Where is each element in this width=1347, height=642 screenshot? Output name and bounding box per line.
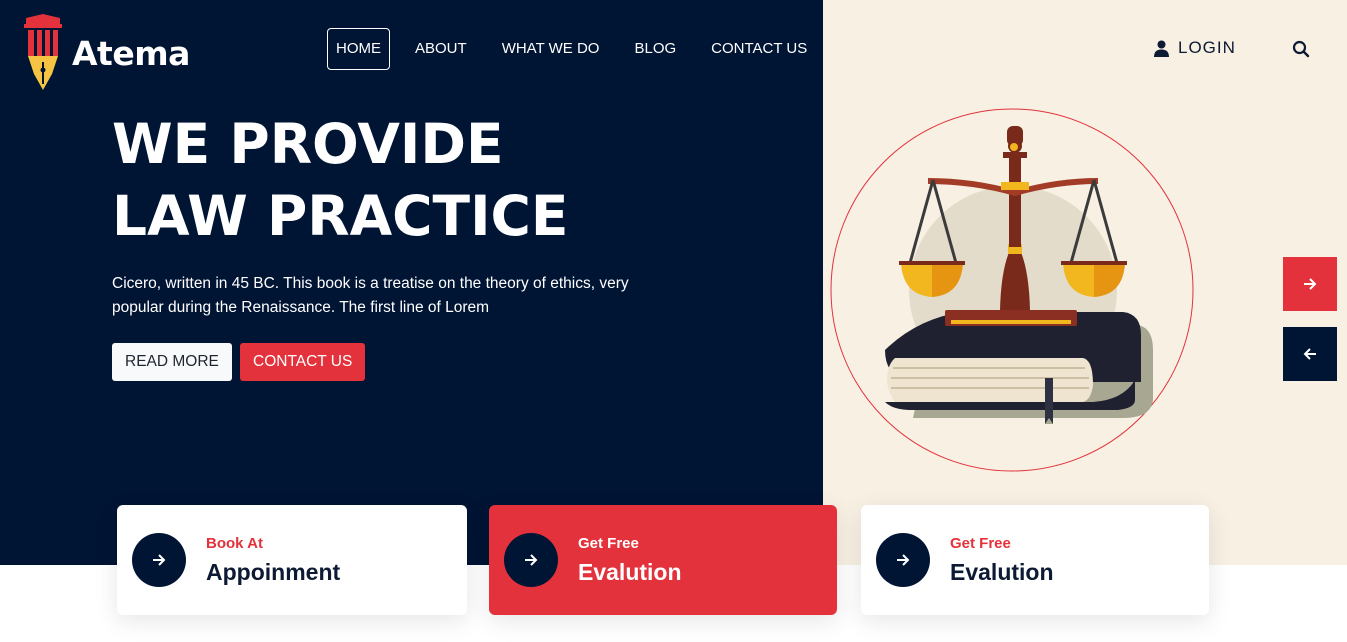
hero-description: Cicero, written in 45 BC. This book is a…: [112, 275, 629, 316]
login-label: LOGIN: [1178, 38, 1236, 57]
slider-prev-button[interactable]: [1283, 327, 1337, 381]
login-link[interactable]: LOGIN: [1154, 38, 1236, 58]
nav-home[interactable]: HOME: [327, 28, 390, 70]
read-more-button[interactable]: READ MORE: [112, 343, 232, 381]
card-arrow-button[interactable]: [504, 533, 558, 587]
appointment-card[interactable]: Book At Appoinment: [117, 505, 467, 615]
scales-of-justice-illustration: [830, 108, 1194, 472]
card-title: Evalution: [950, 558, 1054, 585]
card-subtitle: Get Free: [578, 534, 639, 552]
pen-pillar-logo-icon: [24, 14, 62, 90]
arrow-right-icon: [153, 554, 166, 566]
card-title: Appoinment: [206, 558, 341, 585]
search-icon[interactable]: [1292, 40, 1310, 58]
hero-title-line-2: LAW PRACTICE: [112, 184, 569, 248]
brand-logo[interactable]: Atema: [22, 14, 190, 92]
user-icon: [1154, 40, 1169, 57]
nav-what-we-do[interactable]: WHAT WE DO: [493, 28, 609, 70]
arrow-left-icon: [1303, 348, 1316, 360]
card-text: Book At Appoinment: [206, 535, 340, 586]
contact-us-button[interactable]: CONTACT US: [240, 343, 366, 381]
hero-title-line-1: WE PROVIDE: [112, 112, 504, 176]
card-text: Get Free Evalution: [950, 535, 1054, 586]
card-title: Evalution: [578, 558, 682, 585]
evaluation-card-highlight[interactable]: Get Free Evalution: [489, 505, 837, 615]
slider-next-button[interactable]: [1283, 257, 1337, 311]
hero-title: WE PROVIDE LAW PRACTICE: [112, 108, 568, 252]
card-arrow-button[interactable]: [132, 533, 186, 587]
nav-about[interactable]: ABOUT: [406, 28, 476, 70]
arrow-right-icon: [525, 554, 538, 566]
card-subtitle: Book At: [206, 534, 263, 552]
main-nav: HOME ABOUT WHAT WE DO BLOG CONTACT US: [327, 28, 833, 70]
arrow-right-icon: [897, 554, 910, 566]
card-subtitle: Get Free: [950, 534, 1011, 552]
card-text: Get Free Evalution: [578, 535, 682, 586]
evaluation-card[interactable]: Get Free Evalution: [861, 505, 1209, 615]
card-arrow-button[interactable]: [876, 533, 930, 587]
nav-contact-us[interactable]: CONTACT US: [702, 28, 816, 70]
arrow-right-icon: [1304, 278, 1317, 290]
brand-name: Atema: [72, 33, 190, 73]
nav-blog[interactable]: BLOG: [625, 28, 685, 70]
